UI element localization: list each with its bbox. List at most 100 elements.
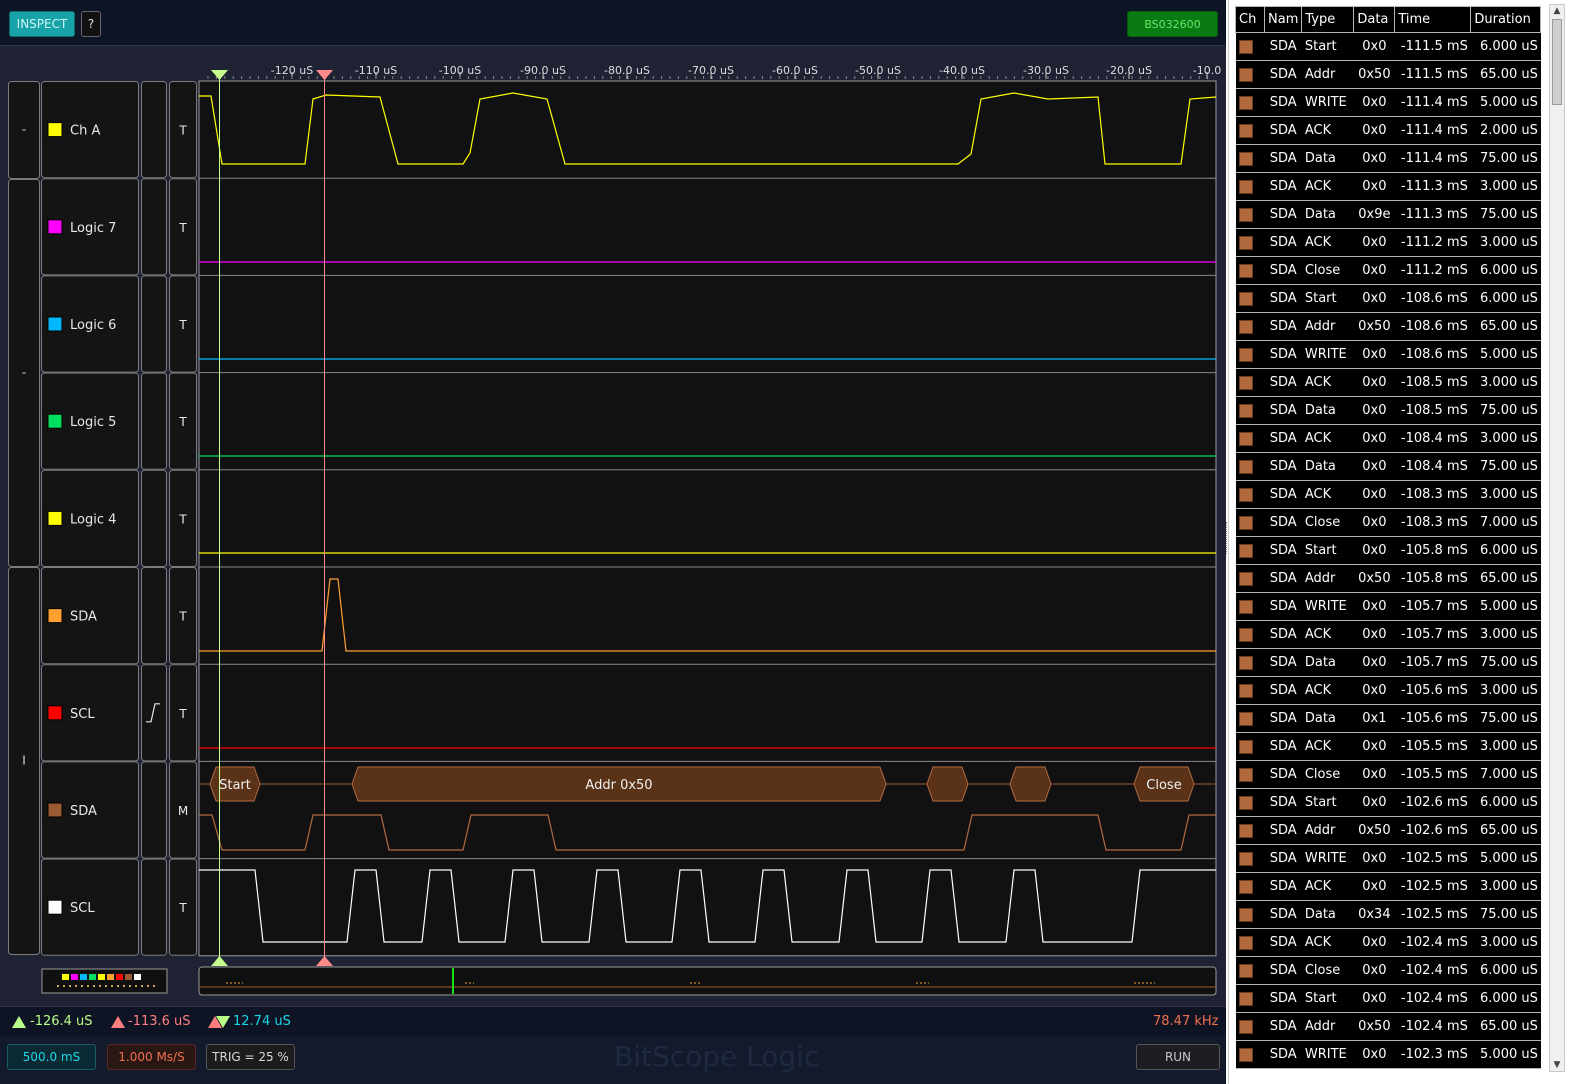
table-row[interactable]: SDA ACK 0x0 -102.5 mS 3.000 uS xyxy=(1235,872,1541,901)
scroll-down-icon[interactable]: ▼ xyxy=(1552,1060,1562,1070)
table-row[interactable]: SDA ACK 0x0 -111.4 mS 2.000 uS xyxy=(1235,116,1541,145)
cell-type: ACK xyxy=(1301,732,1354,761)
col-header-time[interactable]: Time xyxy=(1394,6,1472,33)
table-row[interactable]: SDA WRITE 0x0 -111.4 mS 5.000 uS xyxy=(1235,88,1541,117)
table-row[interactable]: SDA ACK 0x0 -105.7 mS 3.000 uS xyxy=(1235,620,1541,649)
channel-color-swatch xyxy=(1235,872,1265,901)
swatch-icon xyxy=(1238,1047,1253,1062)
cell-type: WRITE xyxy=(1301,88,1354,117)
cell-time: -108.6 mS xyxy=(1394,340,1471,369)
channel-trigger-cell[interactable] xyxy=(141,761,167,859)
channel-trigger-cell[interactable] xyxy=(141,858,167,956)
timebase-button[interactable]: 500.0 mS xyxy=(7,1044,96,1070)
trigger-button[interactable]: TRIG = 25 % xyxy=(206,1044,295,1070)
cell-type: Close xyxy=(1301,760,1354,789)
swatch-icon xyxy=(1238,543,1253,558)
timeline-overview[interactable] xyxy=(198,966,1217,996)
table-row[interactable]: SDA Data 0x1 -105.6 mS 75.00 uS xyxy=(1235,704,1541,733)
col-header-type[interactable]: Type xyxy=(1301,6,1355,33)
table-row[interactable]: SDA Data 0x0 -108.4 mS 75.00 uS xyxy=(1235,452,1541,481)
table-row[interactable]: SDA WRITE 0x0 -102.5 mS 5.000 uS xyxy=(1235,844,1541,873)
cell-type: ACK xyxy=(1301,676,1354,705)
inspect-button[interactable]: INSPECT xyxy=(9,11,75,37)
channel-color-swatch xyxy=(1235,508,1265,537)
decode-data-block[interactable] xyxy=(1009,766,1052,802)
table-row[interactable]: SDA WRITE 0x0 -108.6 mS 5.000 uS xyxy=(1235,340,1541,369)
cursor-a-bottom-marker-icon[interactable] xyxy=(211,956,228,966)
table-row[interactable]: SDA ACK 0x0 -111.2 mS 3.000 uS xyxy=(1235,228,1541,257)
table-row[interactable]: SDA Close 0x0 -111.2 mS 6.000 uS xyxy=(1235,256,1541,285)
channel-trigger-cell[interactable] xyxy=(141,178,167,276)
decode-data-block[interactable] xyxy=(926,766,969,802)
table-row[interactable]: SDA Addr 0x50 -105.8 mS 65.00 uS xyxy=(1235,564,1541,593)
help-button[interactable]: ? xyxy=(81,11,101,37)
swatch-icon xyxy=(1238,963,1253,978)
channel-name: Logic 4 xyxy=(70,512,116,527)
cell-type: Addr xyxy=(1301,564,1354,593)
col-header-duration[interactable]: Duration xyxy=(1470,6,1542,33)
cursor-a-top-marker-icon[interactable] xyxy=(211,70,228,80)
cell-type: ACK xyxy=(1301,480,1354,509)
scroll-up-icon[interactable]: ▲ xyxy=(1552,6,1562,16)
swatch-icon xyxy=(1238,319,1253,334)
table-row[interactable]: SDA Data 0x0 -108.5 mS 75.00 uS xyxy=(1235,396,1541,425)
channel-trigger-cell[interactable] xyxy=(141,664,167,762)
table-row[interactable]: SDA Addr 0x50 -102.4 mS 65.00 uS xyxy=(1235,1012,1541,1041)
table-row[interactable]: SDA ACK 0x0 -108.5 mS 3.000 uS xyxy=(1235,368,1541,397)
table-row[interactable]: SDA WRITE 0x0 -102.3 mS 5.000 uS xyxy=(1235,1040,1541,1069)
channel-trigger-cell[interactable] xyxy=(141,567,167,665)
run-button[interactable]: RUN xyxy=(1136,1044,1220,1070)
table-row[interactable]: SDA Data 0x0 -105.7 mS 75.00 uS xyxy=(1235,648,1541,677)
channel-trigger-cell[interactable] xyxy=(141,372,167,470)
top-toolbar: INSPECT ? BS032600 xyxy=(0,0,1226,46)
cell-time: -102.5 mS xyxy=(1394,900,1471,929)
channel-overview-box[interactable] xyxy=(41,968,168,994)
sample-rate-button[interactable]: 1.000 Ms/S xyxy=(107,1044,196,1070)
table-row[interactable]: SDA ACK 0x0 -105.6 mS 3.000 uS xyxy=(1235,676,1541,705)
table-row[interactable]: SDA Start 0x0 -102.4 mS 6.000 uS xyxy=(1235,984,1541,1013)
waveform-canvas[interactable]: -120 uS -110 uS -100 uS -90.0 uS -80.0 uS -70… xyxy=(0,46,1226,1006)
table-row[interactable]: SDA Close 0x0 -105.5 mS 7.000 uS xyxy=(1235,760,1541,789)
cursor-b-bottom-marker-icon[interactable] xyxy=(316,956,333,966)
table-row[interactable]: SDA ACK 0x0 -108.4 mS 3.000 uS xyxy=(1235,424,1541,453)
channel-trigger-cell[interactable] xyxy=(141,275,167,373)
cell-time: -105.8 mS xyxy=(1394,564,1471,593)
channel-mode: T xyxy=(178,318,187,332)
table-row[interactable]: SDA ACK 0x0 -108.3 mS 3.000 uS xyxy=(1235,480,1541,509)
table-row[interactable]: SDA Close 0x0 -108.3 mS 7.000 uS xyxy=(1235,508,1541,537)
table-row[interactable]: SDA Start 0x0 -108.6 mS 6.000 uS xyxy=(1235,284,1541,313)
table-row[interactable]: SDA Addr 0x50 -108.6 mS 65.00 uS xyxy=(1235,312,1541,341)
table-row[interactable]: SDA Start 0x0 -102.6 mS 6.000 uS xyxy=(1235,788,1541,817)
table-row[interactable]: SDA ACK 0x0 -105.5 mS 3.000 uS xyxy=(1235,732,1541,761)
channel-color-swatch xyxy=(1235,480,1265,509)
table-row[interactable]: SDA Data 0x34 -102.5 mS 75.00 uS xyxy=(1235,900,1541,929)
table-row[interactable]: SDA Start 0x0 -111.5 mS 6.000 uS xyxy=(1235,32,1541,61)
device-id-button[interactable]: BS032600 xyxy=(1127,11,1218,37)
scroll-thumb[interactable] xyxy=(1552,19,1562,105)
channel-trigger-cell[interactable] xyxy=(141,81,167,179)
table-row[interactable]: SDA Data 0x9e -111.3 mS 75.00 uS xyxy=(1235,200,1541,229)
table-row[interactable]: SDA Addr 0x50 -102.6 mS 65.00 uS xyxy=(1235,816,1541,845)
channel-name: SCL xyxy=(70,901,95,916)
table-row[interactable]: SDA Data 0x0 -111.4 mS 75.00 uS xyxy=(1235,144,1541,173)
col-header-name[interactable]: Nam xyxy=(1263,6,1303,33)
channel-color-swatch xyxy=(1235,928,1265,957)
table-row[interactable]: SDA Start 0x0 -105.8 mS 6.000 uS xyxy=(1235,536,1541,565)
channel-color-swatch xyxy=(1235,340,1265,369)
table-row[interactable]: SDA WRITE 0x0 -105.7 mS 5.000 uS xyxy=(1235,592,1541,621)
cursor-b-top-marker-icon[interactable] xyxy=(316,70,333,80)
cell-data: 0x0 xyxy=(1353,368,1395,397)
col-header-data[interactable]: Data xyxy=(1353,6,1396,33)
cell-data: 0x0 xyxy=(1353,984,1395,1013)
cell-time: -111.5 mS xyxy=(1394,60,1471,89)
channel-trigger-cell[interactable] xyxy=(141,469,167,567)
channel-color-swatch xyxy=(1235,900,1265,929)
channel-color-icon xyxy=(47,608,63,624)
table-row[interactable]: SDA ACK 0x0 -102.4 mS 3.000 uS xyxy=(1235,928,1541,957)
table-scrollbar[interactable]: ▲ ▼ xyxy=(1549,4,1565,1072)
app-watermark: BitScope Logic xyxy=(614,1040,820,1073)
table-row[interactable]: SDA Close 0x0 -102.4 mS 6.000 uS xyxy=(1235,956,1541,985)
table-row[interactable]: SDA ACK 0x0 -111.3 mS 3.000 uS xyxy=(1235,172,1541,201)
col-header-ch[interactable]: Ch xyxy=(1235,6,1265,33)
table-row[interactable]: SDA Addr 0x50 -111.5 mS 65.00 uS xyxy=(1235,60,1541,89)
